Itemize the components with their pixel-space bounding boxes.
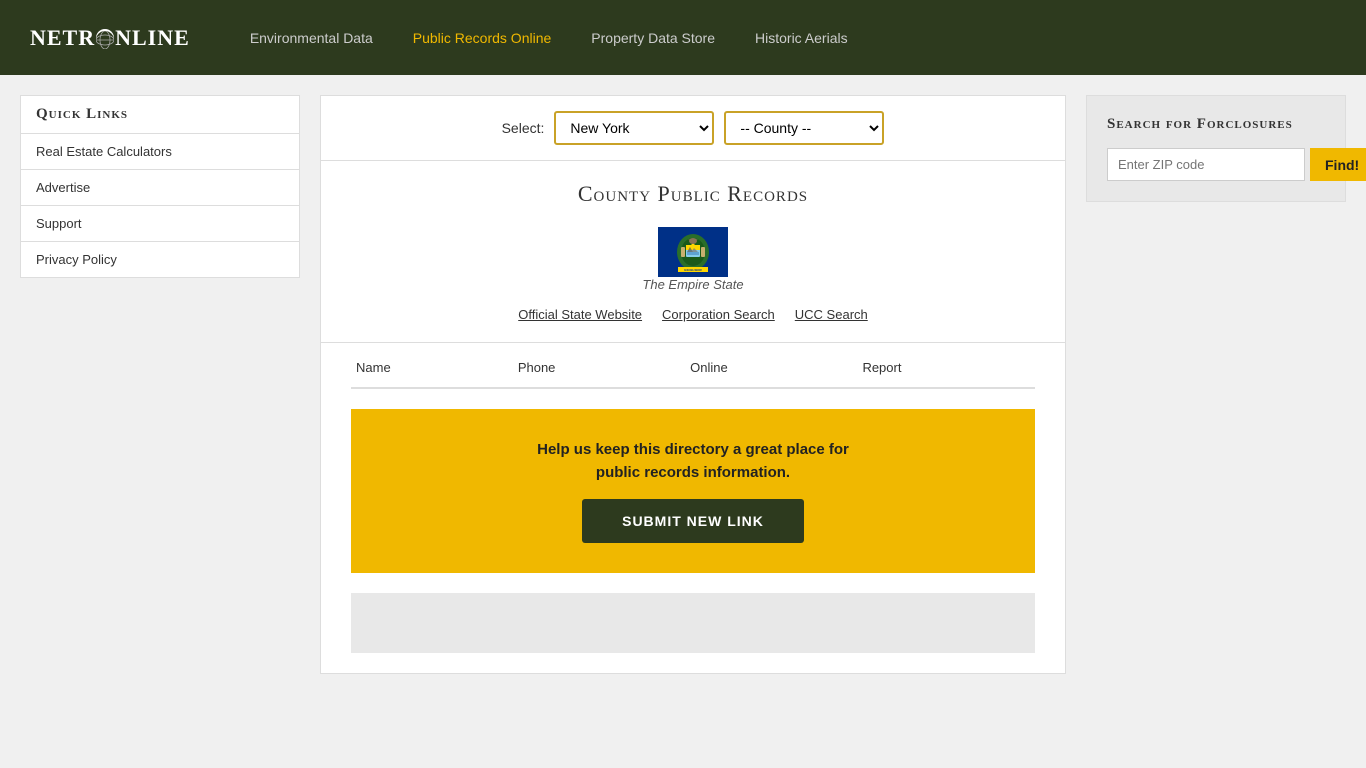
site-logo[interactable]: NETR NLINE xyxy=(30,25,190,51)
yellow-banner: Help us keep this directory a great plac… xyxy=(351,409,1035,573)
col-phone: Phone xyxy=(513,348,685,388)
zip-input[interactable] xyxy=(1107,148,1305,181)
select-label: Select: xyxy=(502,120,545,136)
state-flag: EXCELSIOR xyxy=(658,227,728,277)
col-online: Online xyxy=(685,348,857,388)
find-button[interactable]: Find! xyxy=(1310,148,1366,181)
right-panel: Search for Forclosures Find! xyxy=(1086,95,1346,674)
zip-input-group: Find! xyxy=(1107,148,1325,181)
foreclosure-box: Search for Forclosures Find! xyxy=(1086,95,1346,202)
corporation-search-link[interactable]: Corporation Search xyxy=(662,307,775,322)
foreclosure-title: Search for Forclosures xyxy=(1107,116,1325,133)
nav-environmental[interactable]: Environmental Data xyxy=(250,30,373,46)
list-item: Privacy Policy xyxy=(21,242,299,277)
nav-property-data[interactable]: Property Data Store xyxy=(591,30,715,46)
records-title: County Public Records xyxy=(351,181,1035,207)
quick-links-title: Quick Links xyxy=(20,95,300,133)
sidebar-item-privacy[interactable]: Privacy Policy xyxy=(21,242,299,277)
gray-bottom-area xyxy=(351,593,1035,653)
official-state-website-link[interactable]: Official State Website xyxy=(518,307,642,322)
list-item: Real Estate Calculators xyxy=(21,134,299,170)
list-item: Support xyxy=(21,206,299,242)
sidebar-item-support[interactable]: Support xyxy=(21,206,299,242)
state-links: Official State Website Corporation Searc… xyxy=(351,307,1035,322)
header: NETR NLINE Environmental Data Public Rec… xyxy=(0,0,1366,75)
sidebar-item-advertise[interactable]: Advertise xyxy=(21,170,299,206)
records-section: County Public Records xyxy=(321,161,1065,343)
nav-public-records[interactable]: Public Records Online xyxy=(413,30,552,46)
select-bar: Select: New York AlabamaAlaskaArizona Ar… xyxy=(321,96,1065,161)
main-container: Quick Links Real Estate Calculators Adve… xyxy=(0,75,1366,694)
state-select[interactable]: New York AlabamaAlaskaArizona ArkansasCa… xyxy=(554,111,714,145)
col-name: Name xyxy=(351,348,513,388)
col-report: Report xyxy=(857,348,1035,388)
county-select[interactable]: -- County -- xyxy=(724,111,884,145)
list-item: Advertise xyxy=(21,170,299,206)
ucc-search-link[interactable]: UCC Search xyxy=(795,307,868,322)
submit-new-link-button[interactable]: SUBMIT NEW LINK xyxy=(582,499,804,543)
svg-text:EXCELSIOR: EXCELSIOR xyxy=(684,268,702,272)
table-section: Name Phone Online Report xyxy=(321,348,1065,389)
content-area: Select: New York AlabamaAlaskaArizona Ar… xyxy=(320,95,1066,674)
banner-text: Help us keep this directory a great plac… xyxy=(371,439,1015,484)
state-flag-container: EXCELSIOR The Empire State xyxy=(351,227,1035,292)
records-table: Name Phone Online Report xyxy=(351,348,1035,389)
sidebar-list: Real Estate Calculators Advertise Suppor… xyxy=(20,133,300,278)
nav-historic-aerials[interactable]: Historic Aerials xyxy=(755,30,848,46)
state-tagline: The Empire State xyxy=(642,277,743,292)
sidebar: Quick Links Real Estate Calculators Adve… xyxy=(20,95,300,674)
main-nav: Environmental Data Public Records Online… xyxy=(250,30,848,46)
sidebar-item-real-estate[interactable]: Real Estate Calculators xyxy=(21,134,299,170)
